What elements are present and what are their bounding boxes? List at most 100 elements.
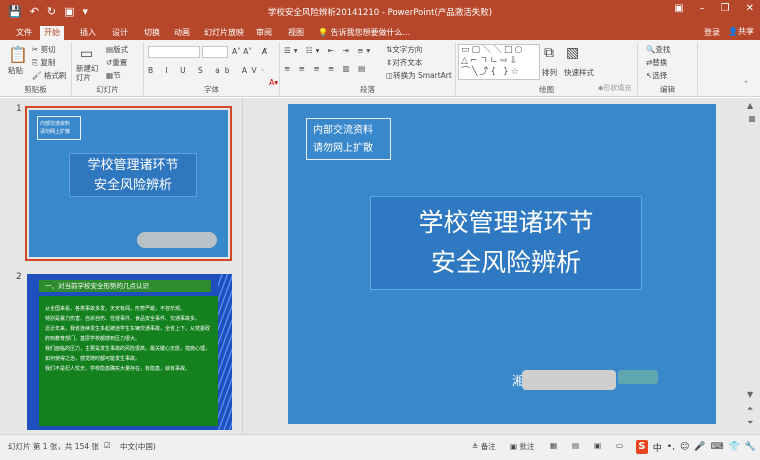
share-button[interactable]: 👤共享 [728,25,754,39]
shape-fill-button[interactable]: ◆形状填充 [598,83,631,93]
format-painter-button[interactable]: 🖌 格式刷 [32,71,66,81]
notes-button[interactable]: ≜ 备注 [472,441,496,452]
microphone-icon[interactable]: 🎤 [694,442,705,452]
thumbnail-number: 1 [16,104,22,114]
align-buttons[interactable]: ≡ ≡ ≡ ≡ ▥ ▤ [284,64,368,74]
restore-icon[interactable]: ❐ [721,3,730,14]
tab-transitions[interactable]: 切换 [140,26,164,40]
scroll-down-icon[interactable]: ▼ [747,390,753,399]
layout-button[interactable]: ▤版式 [106,45,128,55]
lightbulb-icon: 💡 [318,28,328,37]
slideshow-icon[interactable]: ▭ [616,441,623,450]
slides-group: ▭ 新建幻灯片 ▤版式 ↺重置 ▦节 幻灯片 [72,42,144,95]
skin-icon[interactable]: 👕 [729,442,740,452]
smartart-button[interactable]: ◫转换为 SmartArt [386,71,452,81]
paste-button[interactable]: 粘贴 [8,66,23,76]
replace-button[interactable]: ⇄替换 [646,58,667,68]
new-slide-button[interactable]: 新建幻灯片 [76,64,102,82]
list-buttons[interactable]: ☰▾ ☷▾ ⇤ ⇥ ≡▾ [284,46,373,56]
slide-thumbnails-pane[interactable]: 1 内部交流资料 请勿网上扩散 学校管理诸环节 安全风险辨析 2 一、对当前学校… [0,98,242,434]
ime-mode[interactable]: 中 [653,441,662,454]
scrollbar-thumb[interactable] [749,116,755,122]
arrange-icon[interactable]: ⧉ [544,46,554,60]
sogou-ime-icon[interactable]: S [636,440,648,454]
tab-insert[interactable]: 插入 [76,26,100,40]
redacted-area [618,370,658,384]
thumbnail-1-title: 学校管理诸环节 安全风险辨析 [69,153,197,197]
vertical-scrollbar[interactable]: ▲ ▼ ⏶ ⏷ [744,98,760,434]
close-icon[interactable]: ✕ [746,3,754,14]
font-size-box[interactable] [202,46,228,58]
emoji-icon[interactable]: ☺ [680,442,689,452]
slide-title-textbox[interactable]: 学校管理诸环节 安全风险辨析 [370,196,642,290]
spellcheck-icon[interactable]: ☑ [104,441,111,450]
punctuation-icon[interactable]: •, [667,442,675,452]
status-bar: 幻灯片 第 1 张，共 154 张 ☑ 中文(中国) ≜ 备注 ▣ 批注 ▦ ▤… [0,434,760,460]
ime-tray: S 中 •, ☺ 🎤 ⌨ 👕 🔧 [636,438,756,456]
tab-file[interactable]: 文件 [12,26,36,40]
slides-group-label: 幻灯片 [96,85,119,94]
font-size-arrows-icon[interactable]: A˄ A˅ [232,47,252,57]
quick-styles-button[interactable]: 快速样式 [564,68,594,78]
font-style-buttons[interactable]: B I U S ab AV· [148,66,269,76]
font-group-label: 字体 [204,85,219,94]
user-icon: 👤 [728,27,738,36]
thumbnail-number: 2 [16,272,22,282]
tab-view[interactable]: 视图 [284,26,308,40]
new-slide-icon[interactable]: ▭ [80,46,93,62]
current-slide[interactable]: 内部交流资料 请勿网上扩散 学校管理诸环节 安全风险辨析 湘 [288,104,716,424]
paste-icon[interactable]: 📋 [8,46,28,64]
tab-animations[interactable]: 动画 [170,26,194,40]
normal-view-icon[interactable]: ▦ [550,441,557,450]
thumbnail-2-body: 从全国来看，各类事故多发，天天有闻，形势严峻，不容乐观。 特别是暴力伤害、自杀自… [39,296,219,426]
previous-slide-icon[interactable]: ⏶ [747,404,753,414]
comment-icon: ▣ [510,442,518,451]
tell-me-box[interactable]: 💡 告诉我您想要做什么... [318,26,410,40]
tools-icon[interactable]: 🔧 [745,442,756,452]
slide-thumbnail-1[interactable]: 内部交流资料 请勿网上扩散 学校管理诸环节 安全风险辨析 [25,106,232,261]
arrange-button[interactable]: 排列 [542,68,557,78]
cut-button[interactable]: ✂ 剪切 [32,45,56,55]
ribbon-display-options-icon[interactable]: ▣ [674,3,683,14]
scroll-up-icon[interactable]: ▲ [747,101,753,110]
ribbon-tabs: 文件 开始 插入 设计 切换 动画 幻灯片放映 审阅 视图 💡 告诉我您想要做什… [0,24,760,40]
reading-view-icon[interactable]: ▣ [594,441,601,450]
comments-button[interactable]: ▣ 批注 [510,441,534,452]
align-text-button[interactable]: ⇕对齐文本 [386,58,422,68]
find-button[interactable]: 🔍查找 [646,45,670,55]
keyboard-icon[interactable]: ⌨ [711,442,724,452]
slide-count: 幻灯片 第 1 张，共 154 张 [8,442,100,451]
tab-home[interactable]: 开始 [40,26,64,40]
login-link[interactable]: 登录 [704,26,720,40]
thumbnail-1-background: 内部交流资料 请勿网上扩散 学校管理诸环节 安全风险辨析 [29,110,228,257]
collapse-ribbon-icon[interactable]: ˄ [744,80,748,90]
scissors-icon: ✂ [32,45,39,54]
thumbnail-1-note: 内部交流资料 请勿网上扩散 [37,116,81,140]
search-icon: 🔍 [646,45,656,54]
copy-button[interactable]: ⎘ 复制 [32,58,55,68]
slide-sorter-icon[interactable]: ▤ [572,441,579,450]
brush-icon: 🖌 [32,71,42,80]
redacted-area [137,232,217,248]
tab-review[interactable]: 审阅 [252,26,276,40]
slide-thumbnail-2[interactable]: 一、对当前学校安全形势的几点认识 从全国来看，各类事故多发，天天有闻，形势严峻，… [27,274,232,430]
redacted-area [522,370,616,390]
slide-note-textbox[interactable]: 内部交流资料 请勿网上扩散 [306,118,391,160]
minimize-icon[interactable]: – [700,3,705,14]
language-indicator[interactable]: 中文(中国) [120,441,156,452]
shapes-gallery[interactable]: ▭▢＼＼□○ △⌐ㄱㄴ⇨⇩ ⌒╲⤴{ }☆ [458,44,540,80]
window-controls: ▣ – ❐ ✕ [674,3,754,14]
section-button[interactable]: ▦节 [106,71,121,81]
reset-button[interactable]: ↺重置 [106,58,127,68]
editing-group: 🔍查找 ⇄替换 ↖选择 编辑 [638,42,698,95]
notes-icon: ≜ [472,442,479,451]
select-button[interactable]: ↖选择 [646,71,667,81]
slide-editor[interactable]: 内部交流资料 请勿网上扩散 学校管理诸环节 安全风险辨析 湘 [248,98,748,434]
tab-slideshow[interactable]: 幻灯片放映 [200,26,248,40]
clear-formatting-icon[interactable]: A̸ [262,47,267,57]
font-name-box[interactable] [148,46,200,58]
tab-design[interactable]: 设计 [108,26,132,40]
next-slide-icon[interactable]: ⏷ [747,418,753,428]
quick-styles-icon[interactable]: ▧ [566,46,579,60]
text-direction-button[interactable]: ⇅文字方向 [386,45,422,55]
